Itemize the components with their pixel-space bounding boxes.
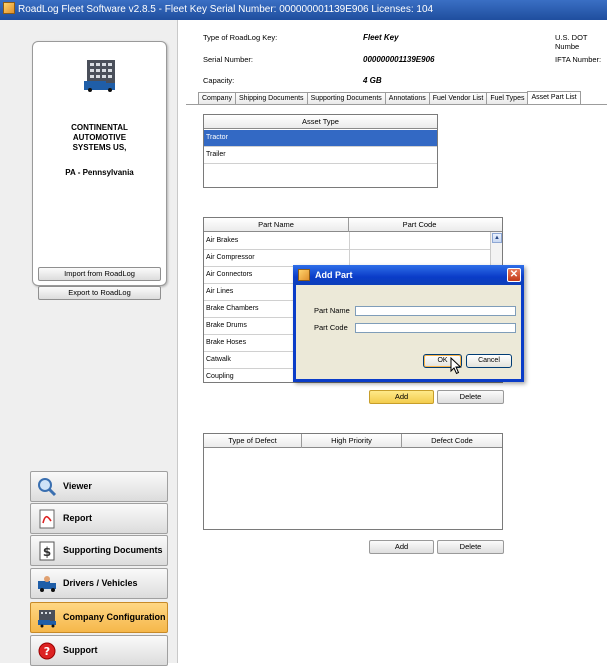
window-title: RoadLog Fleet Software v2.8.5 - Fleet Ke… — [18, 4, 434, 15]
svg-text:$: $ — [43, 545, 51, 559]
truck-building-icon — [38, 610, 56, 628]
nav-support-button[interactable]: ? Support — [30, 635, 168, 666]
nav-report-button[interactable]: Report — [30, 503, 168, 534]
tab-asset-part-list[interactable]: Asset Part List — [527, 91, 581, 105]
add-defect-button[interactable]: Add — [369, 540, 434, 554]
part-name-input[interactable] — [355, 306, 516, 316]
import-from-roadlog-button[interactable]: Import from RoadLog — [38, 267, 161, 281]
asset-type-table: Asset Type Tractor Trailer — [203, 114, 438, 188]
close-icon[interactable]: ✕ — [507, 268, 521, 282]
add-part-button[interactable]: Add — [369, 390, 434, 404]
left-panel: CONTINENTAL AUTOMOTIVE SYSTEMS US, PA - … — [0, 20, 178, 666]
scroll-up-icon[interactable]: ▲ — [492, 233, 502, 243]
app-icon — [298, 269, 310, 281]
capacity-label: Capacity: — [203, 76, 235, 85]
defect-code-column-header[interactable]: Defect Code — [402, 434, 502, 448]
part-table-header: Part Name Part Code — [204, 218, 502, 232]
ifta-number-label: IFTA Number: — [555, 55, 602, 64]
capacity-value: 4 GB — [363, 76, 382, 85]
nav-viewer-button[interactable]: Viewer — [30, 471, 168, 502]
asset-type-row-tractor[interactable]: Tractor — [204, 130, 437, 147]
nav-supporting-documents-label: Supporting Documents — [63, 545, 163, 555]
nav-report-label: Report — [63, 513, 92, 523]
company-state: PA - Pennsylvania — [65, 168, 134, 177]
part-code-label: Part Code — [314, 323, 348, 332]
add-part-dialog-title: Add Part — [315, 270, 353, 280]
add-part-dialog: Add Part ✕ Part Name Part Code OK Cancel — [293, 265, 524, 382]
part-name-column-header[interactable]: Part Name — [204, 218, 349, 232]
export-to-roadlog-button[interactable]: Export to RoadLog — [38, 286, 161, 300]
svg-text:?: ? — [44, 645, 50, 658]
defect-table-header: Type of Defect High Priority Defect Code — [204, 434, 502, 448]
nav-drivers-vehicles-button[interactable]: Drivers / Vehicles — [30, 568, 168, 599]
serial-number-label: Serial Number: — [203, 55, 254, 64]
magnifier-icon — [38, 478, 57, 497]
dot-number-label: U.S. DOT Numbe — [555, 33, 588, 51]
nav-company-configuration-label: Company Configuration — [63, 612, 166, 622]
driver-truck-icon — [38, 576, 56, 592]
part-code-column-header[interactable]: Part Code — [349, 218, 490, 232]
part-code-input[interactable] — [355, 323, 516, 333]
window-title-bar: RoadLog Fleet Software v2.8.5 - Fleet Ke… — [0, 0, 607, 20]
key-type-value: Fleet Key — [363, 33, 399, 42]
nav-support-label: Support — [63, 645, 98, 655]
asset-type-header: Asset Type — [204, 115, 437, 129]
nav-company-configuration-button[interactable]: Company Configuration — [30, 602, 168, 633]
dollar-document-icon: $ — [39, 541, 55, 561]
delete-part-button[interactable]: Delete — [437, 390, 504, 404]
part-name-label: Part Name — [314, 306, 350, 315]
app-icon — [3, 2, 15, 14]
key-type-label: Type of RoadLog Key: — [203, 33, 278, 42]
pdf-report-icon — [39, 509, 55, 529]
nav-supporting-documents-button[interactable]: $ Supporting Documents — [30, 535, 168, 566]
tab-bar: Company Shipping Documents Supporting Docu… — [198, 91, 581, 105]
defect-type-column-header[interactable]: Type of Defect — [204, 434, 302, 448]
nav-viewer-label: Viewer — [63, 481, 92, 491]
building-icon — [84, 60, 115, 92]
serial-number-value: 000000001139E906 — [363, 55, 435, 64]
company-card: CONTINENTAL AUTOMOTIVE SYSTEMS US, PA - … — [32, 41, 167, 300]
part-row[interactable]: Air Brakes — [204, 233, 490, 250]
tab-content-border — [186, 104, 607, 105]
delete-defect-button[interactable]: Delete — [437, 540, 504, 554]
asset-type-row-trailer[interactable]: Trailer — [204, 147, 437, 164]
help-icon: ? — [38, 642, 56, 660]
high-priority-column-header[interactable]: High Priority — [302, 434, 402, 448]
cancel-button[interactable]: Cancel — [466, 354, 512, 368]
nav-drivers-vehicles-label: Drivers / Vehicles — [63, 578, 138, 588]
add-part-dialog-title-bar: Add Part ✕ — [293, 265, 524, 285]
company-name: CONTINENTAL AUTOMOTIVE SYSTEMS US, — [71, 123, 128, 152]
mouse-pointer-icon — [450, 357, 462, 375]
defect-table: Type of Defect High Priority Defect Code — [203, 433, 503, 530]
